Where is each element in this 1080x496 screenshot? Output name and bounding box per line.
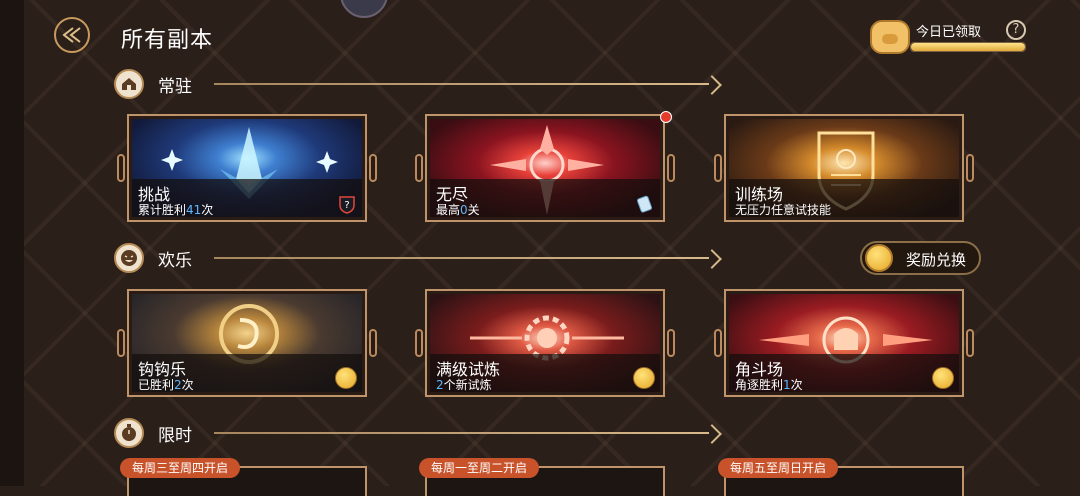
left-edge-strip — [0, 0, 24, 486]
mode-card-endless[interactable]: 无尽 最高0关 — [415, 111, 675, 222]
notification-dot — [660, 111, 672, 123]
card-subtitle: 2个新试炼 — [436, 378, 492, 392]
smiley-icon — [335, 367, 357, 389]
mode-card-max-level-trial[interactable]: 满级试炼 2个新试炼 — [415, 289, 675, 397]
card-info-bar: 无尽 最高0关 — [430, 179, 660, 217]
section-divider — [214, 257, 709, 259]
scroll-icon — [635, 194, 655, 214]
mode-card-arena[interactable]: 角斗场 角逐胜利1次 — [714, 289, 974, 397]
reward-exchange-label: 奖励兑换 — [906, 251, 967, 269]
card-info-bar: 挑战 累计胜利41次 — [132, 179, 362, 217]
card-info-bar: 满级试炼 2个新试炼 — [430, 354, 660, 392]
mode-card-training[interactable]: 训练场 无压力任意试技能 — [714, 114, 974, 222]
mode-card-hook[interactable]: 钩钩乐 已胜利2次 — [117, 289, 377, 397]
section-divider — [214, 83, 709, 85]
section-limited: 限时 — [114, 418, 714, 448]
card-info-bar: 角斗场 角逐胜利1次 — [729, 354, 959, 392]
section-title: 限时 — [158, 426, 192, 446]
question-shield-icon: ? — [337, 194, 357, 214]
card-info-bar: 钩钩乐 已胜利2次 — [132, 354, 362, 392]
card-subtitle: 累计胜利41次 — [138, 203, 214, 217]
schedule-tag: 每周一至周二开启 — [419, 458, 540, 478]
smiley-coin-icon — [865, 244, 893, 272]
laughing-face-icon — [114, 243, 144, 273]
card-subtitle: 已胜利2次 — [138, 378, 194, 392]
card-subtitle: 无压力任意试技能 — [735, 203, 832, 217]
house-icon — [114, 69, 144, 99]
schedule-tag: 每周三至周四开启 — [120, 458, 241, 478]
help-button[interactable]: ? — [1006, 20, 1026, 40]
daily-progress-fill — [911, 43, 1025, 51]
page-title: 所有副本 — [121, 28, 214, 53]
stopwatch-icon — [114, 418, 144, 448]
back-arrow-icon — [62, 27, 81, 43]
reward-exchange-button[interactable]: 奖励兑换 — [860, 241, 981, 275]
section-fun: 欢乐 — [114, 243, 714, 273]
card-info-bar: 训练场 无压力任意试技能 — [729, 179, 959, 217]
mode-card-challenge[interactable]: 挑战 累计胜利41次 ? — [117, 114, 377, 222]
piggy-bank-icon — [870, 20, 910, 54]
section-divider — [214, 432, 709, 434]
section-title: 欢乐 — [158, 251, 192, 271]
schedule-tag: 每周五至周日开启 — [718, 458, 839, 478]
card-subtitle: 最高0关 — [436, 203, 480, 217]
section-permanent: 常驻 — [114, 69, 714, 99]
card-subtitle: 角逐胜利1次 — [735, 378, 803, 392]
daily-reward-label: 今日已领取 — [916, 25, 982, 40]
svg-text:?: ? — [344, 200, 349, 211]
section-title: 常驻 — [158, 77, 192, 97]
smiley-icon — [633, 367, 655, 389]
daily-progress-bar — [910, 42, 1026, 52]
back-button[interactable] — [54, 17, 90, 53]
smiley-icon — [932, 367, 954, 389]
